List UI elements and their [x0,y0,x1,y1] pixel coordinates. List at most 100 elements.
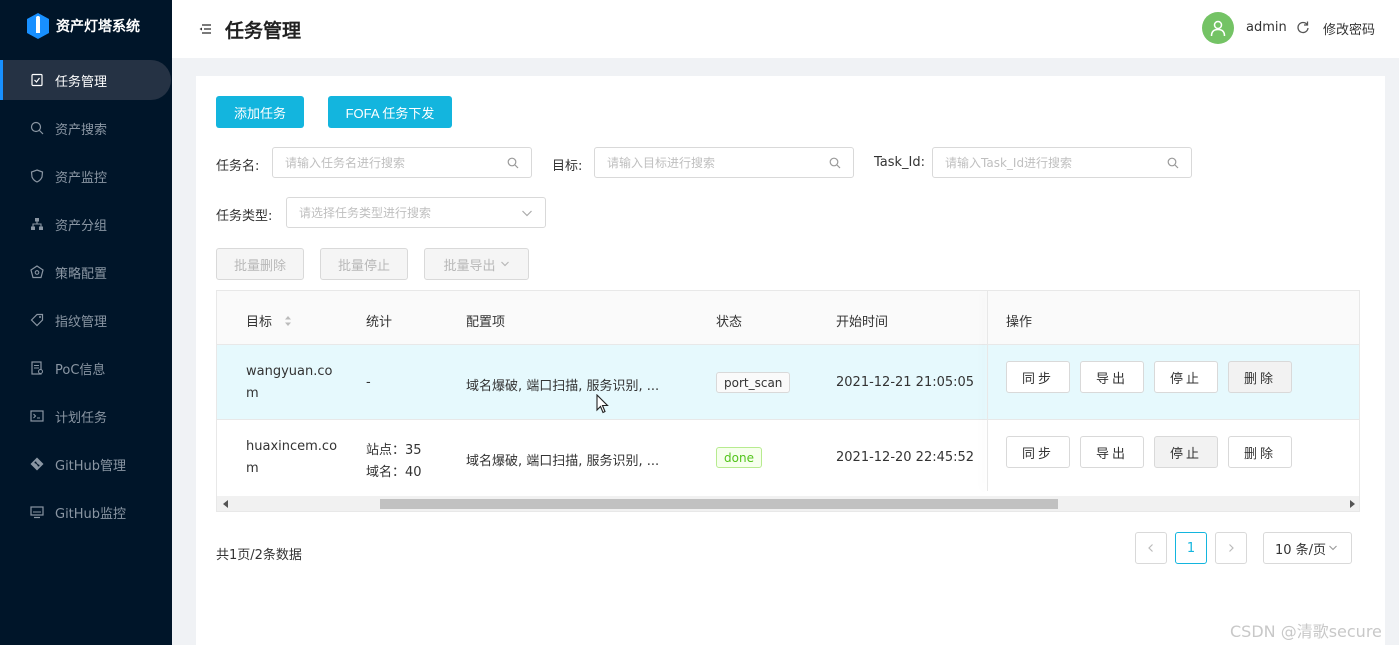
task-name-input[interactable] [273,148,531,177]
row-stats: - [366,375,371,390]
username[interactable]: admin [1246,20,1287,35]
task-id-field[interactable] [932,147,1192,178]
lighthouse-logo-icon [26,13,50,39]
column-start-time: 开始时间 [836,315,889,330]
chevron-down-icon [522,210,532,217]
export-button[interactable]: 导出 [1080,361,1144,393]
sidebar-item-label: 任务管理 [55,74,108,90]
target-input[interactable] [595,148,853,177]
monitor-icon [30,505,44,519]
task-icon [30,73,44,87]
sync-button[interactable]: 同步 [1006,436,1070,468]
export-button[interactable]: 导出 [1080,436,1144,468]
sidebar-item-label: 资产搜索 [55,122,108,138]
prev-page-button[interactable] [1135,532,1167,564]
sidebar-item-policy-config[interactable]: 策略配置 [0,252,172,292]
watermark: CSDN @清歌secure [1230,622,1382,641]
task-card: 添加任务 FOFA 任务下发 任务名: 目标: Task_Id: 任务类型: 批… [196,76,1385,645]
status-badge: done [716,447,762,468]
task-name-label: 任务名: [216,159,260,174]
search-icon[interactable] [829,157,841,169]
scroll-right-icon[interactable] [1350,500,1355,508]
task-name-field[interactable] [272,147,532,178]
column-stats: 统计 [366,315,393,330]
delete-button[interactable]: 删除 [1228,436,1292,468]
row-config: 域名爆破, 端口扫描, 服务识别, ... [466,454,660,469]
chevron-left-icon [1148,544,1153,552]
batch-export-label: 批量导出 [443,258,496,274]
sidebar-item-label: 资产监控 [55,170,108,186]
doc-icon [30,361,44,375]
sidebar-item-asset-search[interactable]: 资产搜索 [0,108,172,148]
table-header: 目标 统计 配置项 状态 开始时间 操作 [217,291,1359,345]
sidebar-item-asset-group[interactable]: 资产分组 [0,204,172,244]
batch-delete-button[interactable]: 批量删除 [216,248,304,280]
sidebar-item-poc-info[interactable]: PoC信息 [0,348,172,388]
sidebar-item-label: PoC信息 [55,362,106,378]
row-start-time: 2021-12-21 21:05:05 [836,375,975,390]
sidebar-item-fingerprint[interactable]: 指纹管理 [0,300,172,340]
horizontal-scrollbar[interactable] [217,496,1359,511]
mouse-cursor-icon [596,393,610,414]
tag-icon [30,313,44,327]
target-field[interactable] [594,147,854,178]
sidebar-item-asset-monitor[interactable]: 资产监控 [0,156,172,196]
app-title: 资产灯塔系统 [56,19,140,35]
task-id-label: Task_Id: [874,155,926,170]
batch-export-button[interactable]: 批量导出 [424,248,529,280]
avatar[interactable] [1202,12,1234,44]
stop-button[interactable]: 停止 [1154,436,1218,468]
add-task-button[interactable]: 添加任务 [216,96,304,128]
page-size-label: 10 条/页 [1275,542,1327,558]
sidebar: 资产灯塔系统 任务管理 资产搜索 资产监控 资产分组 策略配置 指纹管理 PoC… [0,0,172,645]
task-type-select[interactable] [286,197,546,228]
fofa-task-button[interactable]: FOFA 任务下发 [328,96,452,128]
column-actions: 操作 [1006,315,1033,330]
row-stats-sites: 站点：35 [366,443,422,458]
column-target[interactable]: 目标 [246,311,292,330]
search-icon[interactable] [1167,157,1179,169]
page-number[interactable]: 1 [1175,532,1207,564]
sort-icon[interactable] [284,315,292,327]
chevron-down-icon [1329,545,1337,551]
sidebar-item-label: 资产分组 [55,218,108,234]
sidebar-item-label: 指纹管理 [55,314,108,330]
sidebar-item-scheduled-task[interactable]: 计划任务 [0,396,172,436]
table-row: wangyuan.co m - 域名爆破, 端口扫描, 服务识别, ... po… [217,345,1359,420]
task-type-input[interactable] [287,198,545,227]
sidebar-item-task-management[interactable]: 任务管理 [0,60,171,100]
refresh-icon [1296,20,1310,34]
policy-icon [30,265,44,279]
next-page-button[interactable] [1215,532,1247,564]
sidebar-item-github-monitor[interactable]: GitHub监控 [0,492,172,532]
sync-button[interactable]: 同步 [1006,361,1070,393]
task-id-input[interactable] [933,148,1191,177]
row-target-line1: wangyuan.co [246,364,333,379]
page-size-select[interactable]: 10 条/页 [1263,532,1352,564]
menu-fold-icon[interactable] [198,22,212,36]
column-status: 状态 [716,315,743,330]
sidebar-item-label: 策略配置 [55,266,108,282]
github-icon [30,457,44,471]
row-start-time: 2021-12-20 22:45:52 [836,450,975,465]
shield-icon [30,169,44,183]
sidebar-item-label: GitHub管理 [55,458,127,474]
search-icon [30,121,44,135]
sidebar-item-label: GitHub监控 [55,506,127,522]
stop-button[interactable]: 停止 [1154,361,1218,393]
column-target-label: 目标 [246,315,273,330]
logo[interactable]: 资产灯塔系统 [0,0,172,52]
row-target-line2: m [246,461,259,476]
scrollbar-thumb[interactable] [380,499,1058,509]
task-type-label: 任务类型: [216,209,273,224]
delete-button[interactable]: 删除 [1228,361,1292,393]
search-icon[interactable] [507,157,519,169]
sidebar-item-github-management[interactable]: GitHub管理 [0,444,172,484]
row-target-line1: huaxincem.co [246,439,338,454]
batch-stop-button[interactable]: 批量停止 [320,248,408,280]
table-row: huaxincem.co m 站点：35 域名：40 域名爆破, 端口扫描, 服… [217,420,1359,495]
row-stats-domains: 域名：40 [366,465,422,480]
change-password-link[interactable]: 修改密码 [1323,19,1375,38]
scroll-left-icon[interactable] [223,500,228,508]
task-table: 目标 统计 配置项 状态 开始时间 操作 wangyuan.co m - 域名爆… [216,290,1360,512]
